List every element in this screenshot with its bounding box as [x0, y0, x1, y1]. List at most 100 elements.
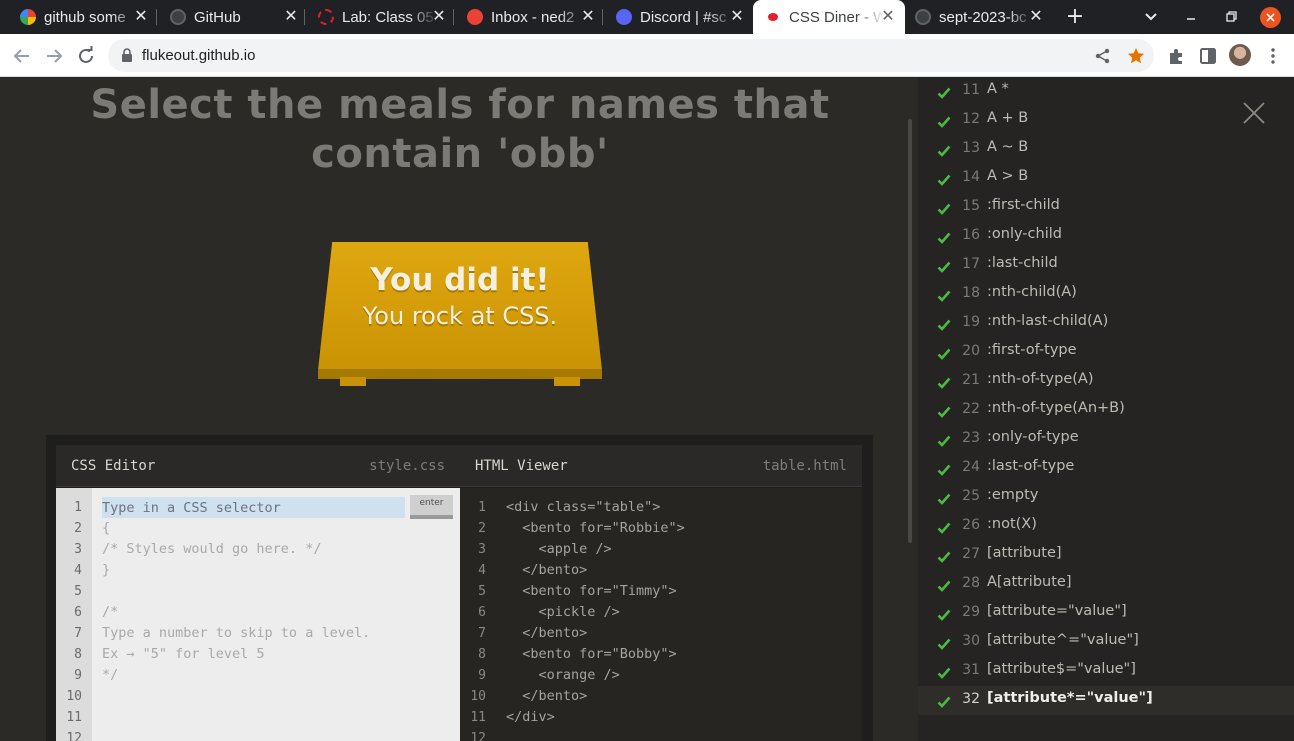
- browser-tab[interactable]: Discord | #sc ✕: [606, 0, 754, 34]
- more-menu-icon[interactable]: [1262, 45, 1284, 67]
- line-number: 4: [478, 563, 486, 578]
- line-number: 10: [470, 689, 486, 704]
- tab-close-icon[interactable]: ✕: [879, 8, 897, 26]
- checkmark-icon: [937, 374, 951, 389]
- browser-tab[interactable]: CSS Diner - W ✕: [753, 0, 905, 34]
- line-number: 11: [470, 710, 486, 725]
- tab-close-icon[interactable]: ✕: [579, 8, 597, 26]
- checkmark-icon: [937, 258, 951, 273]
- browser-tab[interactable]: github some ✕: [10, 0, 158, 34]
- tab-close-icon[interactable]: ✕: [430, 8, 448, 26]
- profile-avatar[interactable]: [1229, 44, 1251, 66]
- level-item[interactable]: 16:only-child: [918, 222, 1294, 251]
- css-selector-input[interactable]: [102, 497, 405, 518]
- tab-title: Inbox - ned2: [491, 8, 575, 26]
- code-line: Ex → "5" for level 5: [102, 646, 265, 662]
- level-item[interactable]: 12 A + B: [918, 106, 1294, 135]
- level-number: 11: [962, 82, 980, 98]
- tab-strip: github some ✕ GitHub ✕ Lab: Class 05 ✕ Inbox -…: [0, 0, 1294, 34]
- level-item[interactable]: 18:nth-child(A): [918, 280, 1294, 309]
- level-item[interactable]: 21:nth-of-type(A): [918, 367, 1294, 396]
- lock-icon[interactable]: [120, 48, 134, 63]
- level-item[interactable]: 19:nth-last-child(A): [918, 309, 1294, 338]
- address-bar[interactable]: flukeout.github.io: [108, 39, 1154, 72]
- level-item[interactable]: 25 :empty: [918, 483, 1294, 512]
- level-item[interactable]: 29 [attribute="value"]: [918, 599, 1294, 628]
- github-icon: [170, 9, 186, 25]
- tab-close-icon[interactable]: ✕: [132, 8, 150, 26]
- html-viewer: 1 2 3 4 5 6 7 8 9 10 11 12 <div class="table"> <ben…: [460, 488, 862, 741]
- checkmark-icon: [937, 664, 951, 679]
- level-item[interactable]: 13 A ~ B: [918, 135, 1294, 164]
- code-line: <orange />: [506, 667, 620, 683]
- line-number: 1: [478, 500, 486, 515]
- win-title: You did it!: [370, 262, 550, 298]
- page-scrollbar[interactable]: [908, 119, 912, 543]
- tab-separator: [156, 9, 157, 25]
- tab-title: Lab: Class 05: [342, 8, 434, 26]
- url-text[interactable]: flukeout.github.io: [142, 47, 255, 64]
- level-item[interactable]: 14 A > B: [918, 164, 1294, 193]
- level-name: [attribute]: [987, 545, 1062, 561]
- level-item[interactable]: 28 A[attribute]: [918, 570, 1294, 599]
- back-icon[interactable]: [10, 44, 34, 68]
- level-name: :not(X): [987, 516, 1037, 532]
- browser-tab[interactable]: GitHub ✕: [160, 0, 308, 34]
- level-number: 15: [962, 198, 980, 214]
- level-item[interactable]: 23:only-of-type: [918, 425, 1294, 454]
- level-name: :only-of-type: [987, 429, 1079, 445]
- browser-tab[interactable]: sept-2023-bc ✕: [905, 0, 1053, 34]
- level-item[interactable]: 32 [attribute*="value"]: [918, 686, 1294, 715]
- share-icon[interactable]: [1093, 46, 1113, 66]
- code-line: </bento>: [506, 562, 588, 578]
- level-item[interactable]: 20:first-of-type: [918, 338, 1294, 367]
- level-name: A ~ B: [987, 139, 1029, 155]
- tab-search-chevron-icon[interactable]: [1140, 7, 1162, 27]
- level-item[interactable]: 26:not(X): [918, 512, 1294, 541]
- line-number: 4: [74, 563, 82, 578]
- browser-tab[interactable]: Lab: Class 05 ✕: [308, 0, 456, 34]
- window-close-icon[interactable]: [1260, 7, 1281, 28]
- level-item[interactable]: 24:last-of-type: [918, 454, 1294, 483]
- close-level-list-icon[interactable]: [1242, 101, 1266, 125]
- canvas-icon: [318, 9, 334, 25]
- level-name: :only-child: [987, 226, 1062, 242]
- line-number: 8: [74, 647, 82, 662]
- new-tab-button[interactable]: +: [1063, 5, 1087, 29]
- code-line: <bento for="Robbie">: [506, 520, 685, 536]
- enter-button[interactable]: enter: [410, 495, 453, 519]
- level-number: 25: [962, 488, 980, 504]
- level-item[interactable]: 31 [attribute$="value"]: [918, 657, 1294, 686]
- checkmark-icon: [937, 635, 951, 650]
- minimize-icon[interactable]: [1180, 6, 1202, 28]
- level-number: 30: [962, 633, 980, 649]
- level-name: [attribute^="value"]: [987, 632, 1139, 648]
- css-editor-header: CSS Editor style.css: [56, 445, 460, 487]
- restore-icon[interactable]: [1220, 6, 1242, 28]
- code-line: </div>: [506, 709, 555, 725]
- level-item[interactable]: 11 A *: [918, 77, 1294, 106]
- tab-close-icon[interactable]: ✕: [1027, 8, 1045, 26]
- extensions-puzzle-icon[interactable]: [1165, 45, 1187, 67]
- tab-close-icon[interactable]: ✕: [282, 8, 300, 26]
- level-name: [attribute*="value"]: [987, 690, 1153, 706]
- level-item[interactable]: 15:first-child: [918, 193, 1294, 222]
- tab-title: sept-2023-bc: [939, 8, 1027, 26]
- forward-icon[interactable]: [42, 44, 66, 68]
- bookmark-star-icon[interactable]: [1126, 46, 1146, 66]
- level-name: A *: [987, 81, 1009, 97]
- line-number: 11: [66, 710, 82, 725]
- browser-tab[interactable]: Inbox - ned2 ✕: [457, 0, 605, 34]
- level-item[interactable]: 30 [attribute^="value"]: [918, 628, 1294, 657]
- tab-close-icon[interactable]: ✕: [728, 8, 746, 26]
- level-item[interactable]: 17:last-child: [918, 251, 1294, 280]
- level-number: 22: [962, 401, 980, 417]
- line-number: 3: [74, 542, 82, 557]
- level-item[interactable]: 27 [attribute]: [918, 541, 1294, 570]
- reload-icon[interactable]: [74, 44, 98, 68]
- checkmark-icon: [937, 345, 951, 360]
- side-panel-icon[interactable]: [1197, 45, 1219, 67]
- level-name: :empty: [987, 487, 1039, 503]
- css-editor: 1 2 3 4 5 6 7 8 9 10 11 12 {/* Styles would go here…: [56, 488, 460, 741]
- level-item[interactable]: 22:nth-of-type(An+B): [918, 396, 1294, 425]
